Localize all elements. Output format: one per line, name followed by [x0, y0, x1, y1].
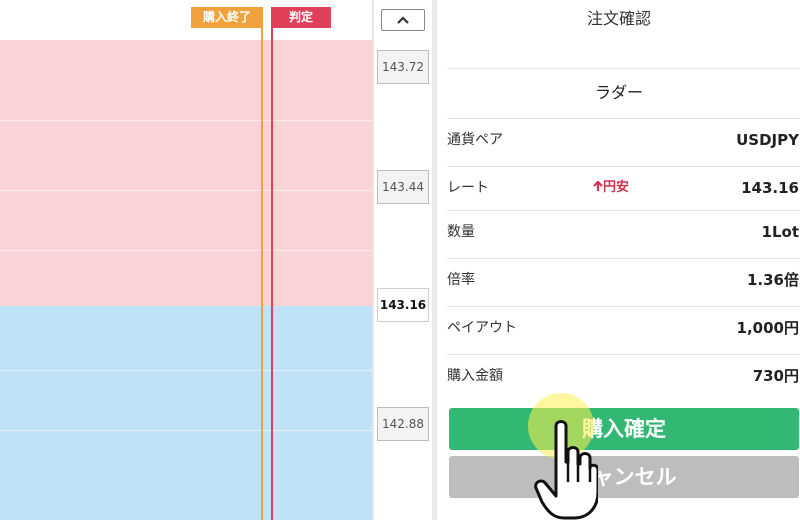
- grid-line: [0, 250, 372, 251]
- order-confirm-panel: 注文確認 ラダー 通貨ペア USDJPY レート 円安 143.16 数量 1L…: [436, 0, 800, 520]
- price-axis: 143.72 143.44 143.16 142.88: [372, 0, 436, 520]
- grid-line: [0, 120, 372, 121]
- row-label: ペイアウト: [447, 320, 517, 336]
- row-payout: ペイアウト 1,000円: [447, 306, 800, 354]
- judgement-tag: 判定: [271, 7, 331, 28]
- row-label: 倍率: [447, 272, 475, 288]
- hand-pointer-icon: [534, 420, 598, 520]
- price-label: 143.44: [377, 170, 429, 204]
- upper-price-zone: [0, 40, 372, 306]
- buy-end-tag: 購入終了: [191, 7, 263, 28]
- grid-line: [0, 430, 372, 431]
- scroll-up-button[interactable]: [381, 9, 425, 31]
- buy-end-line: [261, 28, 263, 520]
- row-label: 購入金額: [447, 368, 503, 384]
- axis-border: [372, 0, 374, 520]
- arrow-up-icon: [593, 180, 603, 191]
- row-label: 通貨ペア: [447, 132, 503, 148]
- grid-line: [0, 370, 372, 371]
- row-currency-pair: 通貨ペア USDJPY: [447, 118, 800, 166]
- row-value: 1Lot: [761, 223, 799, 241]
- row-multiplier: 倍率 1.36倍: [447, 258, 800, 306]
- cancel-button[interactable]: キャンセル: [449, 456, 799, 498]
- row-value: 143.16: [741, 179, 799, 197]
- order-type: ラダー: [594, 83, 643, 102]
- chevron-up-icon: [397, 15, 409, 24]
- judgement-line: [271, 28, 273, 520]
- row-value: 1,000円: [736, 319, 799, 337]
- lower-price-zone: [0, 306, 372, 520]
- trend-indicator: 円安: [593, 166, 629, 210]
- row-purchase-amount: 購入金額 730円: [447, 354, 800, 402]
- row-quantity: 数量 1Lot: [447, 210, 800, 258]
- row-label: レート: [447, 180, 489, 196]
- row-value: 1.36倍: [746, 271, 799, 289]
- trend-label: 円安: [603, 180, 630, 195]
- row-value: USDJPY: [736, 131, 799, 149]
- row-rate: レート 円安 143.16: [447, 166, 800, 214]
- row-value: 730円: [752, 367, 799, 385]
- row-label: 数量: [447, 224, 475, 240]
- price-label: 142.88: [377, 407, 429, 441]
- panel-title: 注文確認: [586, 9, 651, 28]
- chart-area: 購入終了 判定: [0, 0, 372, 520]
- price-label: 143.72: [377, 50, 429, 84]
- current-price-label: 143.16: [377, 288, 429, 322]
- grid-line: [0, 190, 372, 191]
- confirm-purchase-button[interactable]: 購入確定: [449, 408, 799, 450]
